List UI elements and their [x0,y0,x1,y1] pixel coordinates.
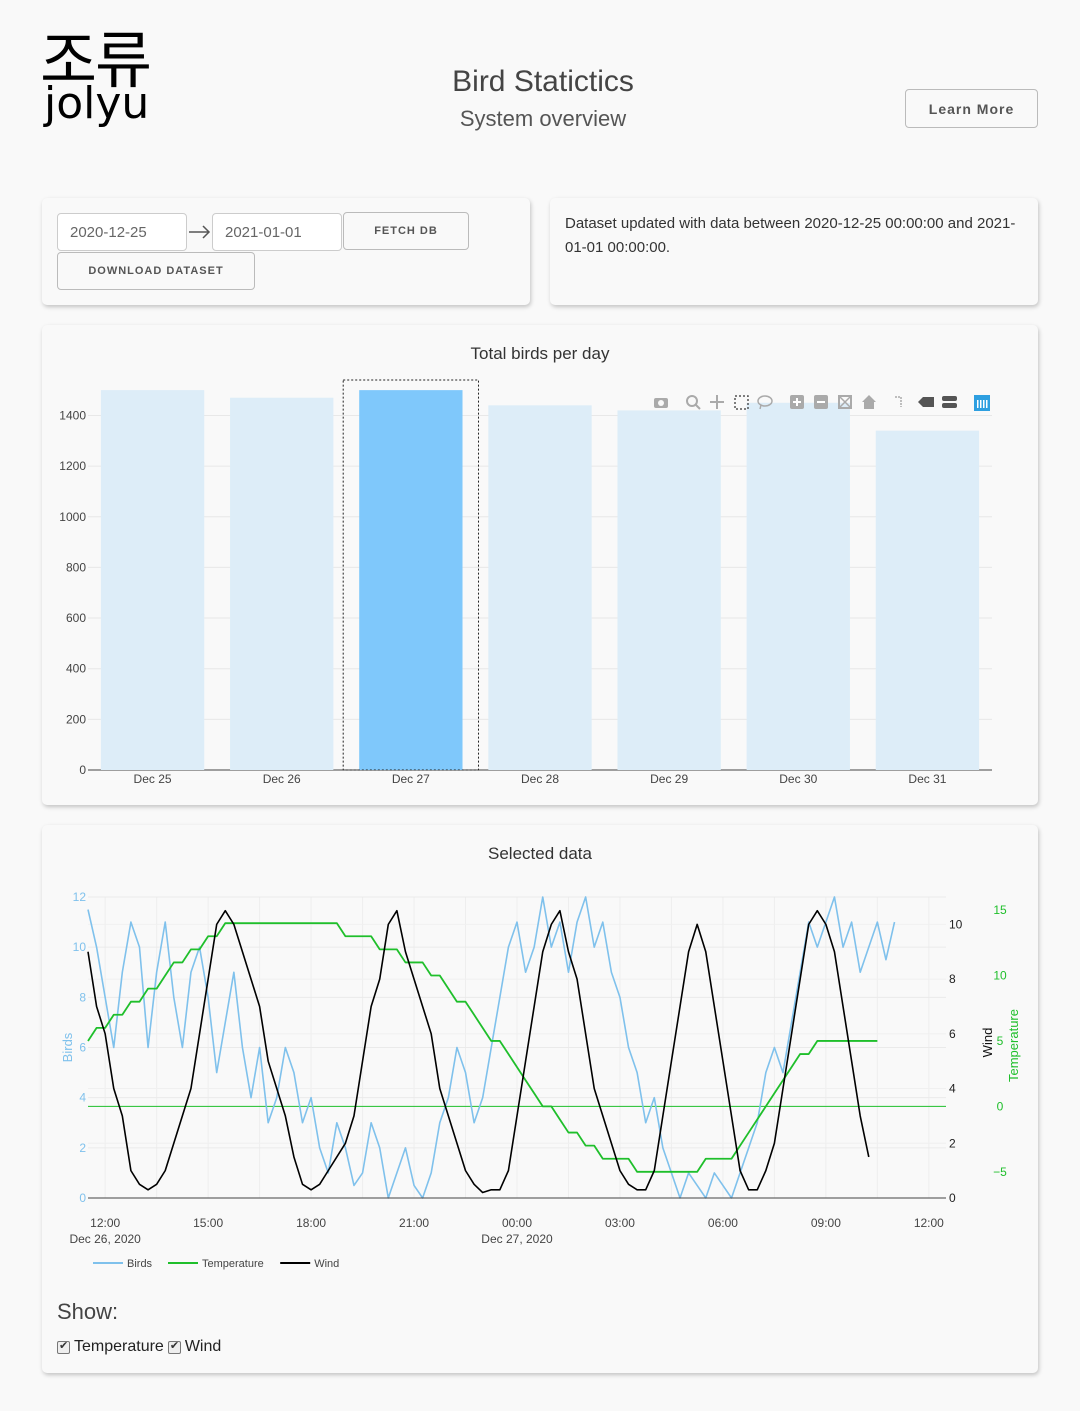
line-xtick-label: 00:00 [502,1216,532,1230]
download-dataset-button[interactable]: DOWNLOAD DATASET [57,252,255,290]
line-chart-card: Selected data 12:00 Dec 26, 2020 15:00 18:0… [42,825,1038,1373]
wind-ytick-label: 8 [949,972,956,986]
bar-ytick-label: 600 [66,611,86,625]
temperature-checkbox[interactable] [57,1339,70,1354]
controls-card: 2020-12-25 2021-01-01 FETCH DB DOWNLOAD … [42,198,530,305]
line-xtick-label: 12:00 [914,1216,944,1230]
pan-icon[interactable] [710,395,724,409]
temperature-axis-title: Temperature [1006,1009,1021,1082]
bar-ytick-label: 400 [66,662,86,676]
zoom-icon[interactable] [686,395,701,410]
bar-chart[interactable]: 0 200 400 600 800 1000 1200 1400 Dec 25 Dec 26 De… [42,325,1038,805]
line-xtick-label: 12:00 [90,1216,120,1230]
bar[interactable] [230,397,334,770]
modebar [654,395,990,411]
temperature-checkbox-label: Temperature [74,1338,164,1355]
hover-closest-icon[interactable] [918,397,934,407]
line-chart[interactable]: 12:00 Dec 26, 2020 15:00 18:00 21:00 00:00 Dec… [42,825,1038,1285]
camera-icon[interactable] [654,398,668,408]
birds-ytick-label: 12 [73,890,87,904]
birds-ytick-label: 0 [79,1191,86,1205]
legend-item-wind[interactable]: Wind [280,1258,339,1270]
bar-xtick-label: Dec 29 [650,772,688,786]
birds-ytick-label: 2 [79,1141,86,1155]
page-subtitle: System overview [459,106,627,131]
line-xtick-label: 06:00 [708,1216,738,1230]
bar-chart-card: Total birds per day 0 200 400 600 800 1000 120… [42,325,1038,805]
fetch-db-button[interactable]: FETCH DB [343,212,469,250]
end-date-input[interactable]: 2021-01-01 [212,213,342,251]
legend-label: Temperature [202,1258,264,1270]
date-range-arrow-icon [189,225,211,239]
temperature-ytick-label: 5 [997,1034,1004,1048]
temperature-ytick-label: 0 [997,1099,1004,1113]
bar-ytick-label: 1400 [59,408,86,422]
legend-label: Wind [314,1258,339,1270]
line-xtick-label: 03:00 [605,1216,635,1230]
wind-ytick-label: 10 [949,917,963,931]
wind-ytick-label: 0 [949,1191,956,1205]
wind-ytick-label: 2 [949,1136,956,1150]
bar-xtick-label: Dec 31 [908,772,946,786]
bar-ytick-label: 200 [66,712,86,726]
bar-xtick-label: Dec 27 [392,772,430,786]
plotly-logo-icon[interactable] [974,395,990,411]
show-label: Show: [57,1299,119,1324]
birds-axis-title: Birds [60,1032,75,1062]
wind-checkbox[interactable] [167,1339,181,1354]
line-xtick-date: Dec 27, 2020 [481,1232,553,1246]
birds-ytick-label: 8 [79,990,86,1004]
bar-xtick-label: Dec 26 [263,772,301,786]
spike-lines-icon[interactable] [895,396,902,407]
legend-item-birds[interactable]: Birds [93,1258,153,1270]
logo: 조류 jolyu [40,28,170,126]
wind-ytick-label: 6 [949,1027,956,1041]
bar-xtick-label: Dec 25 [134,772,172,786]
bar[interactable] [746,402,850,770]
bar[interactable] [100,390,205,770]
start-date-input[interactable]: 2020-12-25 [57,213,187,251]
temperature-ytick-label: 10 [993,969,1007,983]
temperature-ytick-label: 15 [993,903,1007,917]
bar[interactable] [488,405,592,770]
legend-label: Birds [127,1258,153,1270]
learn-more-button[interactable]: Learn More [905,89,1038,128]
zoom-out-icon[interactable] [814,395,828,409]
line-xtick-label: 09:00 [811,1216,841,1230]
info-card: Dataset updated with data between 2020-1… [550,198,1038,305]
bar-ytick-label: 1200 [59,459,86,473]
line-xtick-date: Dec 26, 2020 [69,1232,141,1246]
page-title: Bird Statictics [452,65,634,98]
hover-compare-icon[interactable] [942,396,957,408]
bar-xtick-label: Dec 30 [779,772,817,786]
bar-xtick-label: Dec 28 [521,772,559,786]
bar-ytick-label: 0 [79,763,86,777]
birds-ytick-label: 10 [73,940,87,954]
bar[interactable] [617,410,721,770]
dataset-status-message: Dataset updated with data between 2020-1… [565,215,1016,256]
line-xtick-label: 15:00 [193,1216,223,1230]
logo-latin: jolyu [44,78,150,129]
reset-axes-icon[interactable] [862,395,876,409]
show-options: Temperature Wind [57,1338,225,1356]
bar[interactable] [875,430,980,770]
bar-ytick-label: 800 [66,560,86,574]
line-xtick-label: 21:00 [399,1216,429,1230]
birds-ytick-label: 4 [79,1091,86,1105]
title-block: Bird Statictics System overview [380,62,706,136]
birds-ytick-label: 6 [79,1041,86,1055]
series-wind-line [87,909,870,1194]
bar[interactable] [359,390,463,770]
wind-checkbox-label: Wind [184,1338,222,1355]
box-select-icon[interactable] [734,395,749,410]
line-xtick-label: 18:00 [296,1216,326,1230]
temperature-ytick-label: −5 [993,1165,1007,1179]
legend-item-temperature[interactable]: Temperature [168,1258,264,1270]
wind-ytick-label: 4 [949,1082,956,1096]
zoom-in-icon[interactable] [790,395,804,409]
bar-ytick-label: 1000 [59,510,86,524]
wind-axis-title: Wind [980,1028,995,1058]
